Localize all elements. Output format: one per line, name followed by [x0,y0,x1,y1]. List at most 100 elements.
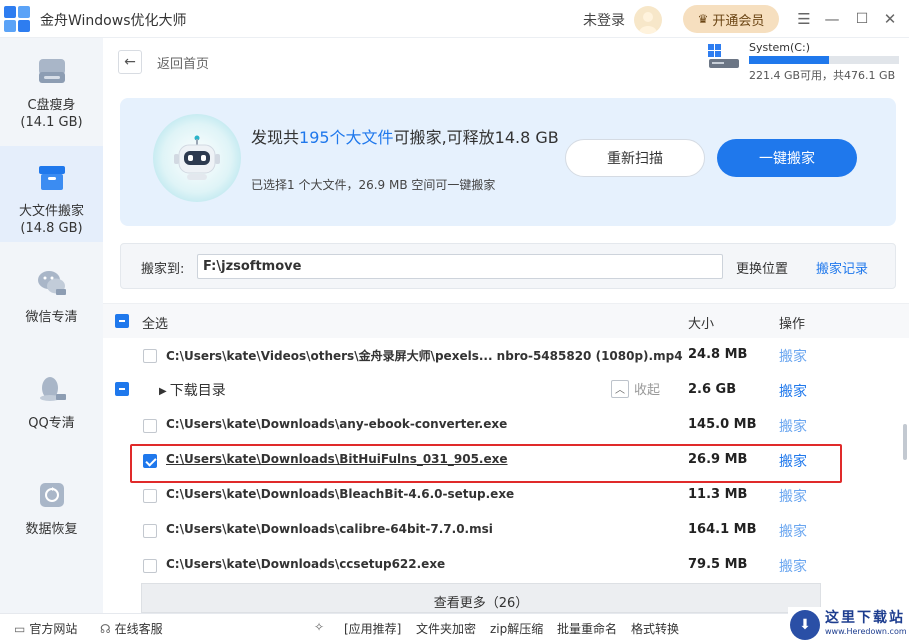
change-location-link[interactable]: 更换位置 [736,258,788,277]
file-path: C:\Users\kate\Videos\others\金舟录屏大师\pexel… [166,349,683,363]
sidebar-item-label: QQ专清 [28,416,75,431]
file-row: C:\Users\kate\Downloads\calibre-64bit-7.… [103,513,893,548]
file-checkbox[interactable] [143,454,157,468]
official-website-link[interactable]: ▭ 官方网站 [14,620,77,637]
sidebar-item-label: 微信专清 [25,310,78,325]
file-checkbox[interactable] [143,559,157,573]
file-size: 164.1 MB [688,522,757,537]
select-all-checkbox[interactable] [115,314,129,328]
minimize-icon[interactable]: — [821,8,843,30]
title-bar: 金舟Windows优化大师 未登录 ♛ 开通会员 ☰ — ☐ ✕ [0,0,909,38]
folder-encrypt-link[interactable]: 文件夹加密 [416,620,476,637]
file-row: C:\Users\kate\Downloads\ccsetup622.exe 7… [103,548,893,583]
vip-button[interactable]: ♛ 开通会员 [683,5,779,33]
destination-bar: 搬家到: 更换位置 搬家记录 [120,243,896,289]
batch-rename-link[interactable]: 批量重命名 [557,620,617,637]
sidebar-item-large-file-move[interactable]: 大文件搬家 (14.8 GB) [0,146,103,242]
recovery-icon [35,478,69,512]
maximize-icon[interactable]: ☐ [851,8,873,30]
crown-icon: ♛ [697,12,709,26]
move-file-link[interactable]: 搬家 [779,521,807,541]
arrow-left-icon: ← [124,54,136,70]
app-recommend-link[interactable]: [应用推荐] [344,620,401,637]
chevron-up-icon: ︿ [611,379,629,398]
action-column-header: 操作 [779,317,806,332]
watermark-logo-icon: ⬇ [790,609,820,640]
group-size: 2.6 GB [688,382,737,397]
scan-result-banner: 发现共195个大文件可搬家,可释放14.8 GB 已选择1 个大文件，26.9 … [120,98,896,226]
select-all-label[interactable]: 全选 [142,313,168,332]
official-website-label: 官方网站 [29,622,78,636]
file-checkbox[interactable] [143,419,157,433]
destination-label: 搬家到: [141,262,185,277]
footer-bar: ▭ 官方网站 ☊ 在线客服 ✧ [应用推荐] 文件夹加密 zip解压缩 批量重命… [0,613,909,642]
move-file-link[interactable]: 搬家 [779,556,807,576]
scan-result-title: 发现共195个大文件可搬家,可释放14.8 GB [251,126,561,150]
destination-path-input[interactable] [197,254,723,279]
sidebar-item-qq-clean[interactable]: QQ专清 [0,358,103,454]
see-more-button[interactable]: 查看更多（26） [141,583,821,613]
file-size: 79.5 MB [688,557,748,572]
sidebar: C盘瘦身 (14.1 GB) 大文件搬家 (14.8 GB) 微信专清 QQ专清… [0,38,103,613]
sidebar-item-c-drive-slim[interactable]: C盘瘦身 (14.1 GB) [0,40,103,136]
scrollbar-thumb[interactable] [903,424,907,460]
close-icon[interactable]: ✕ [879,8,901,30]
watermark-url: www.Heredown.com [825,626,907,636]
online-service-link[interactable]: ☊ 在线客服 [100,620,163,637]
recommend-icon-wrap: ✧ [314,620,328,634]
file-checkbox[interactable] [143,524,157,538]
file-path: C:\Users\kate\Downloads\BleachBit-4.6.0-… [166,487,515,501]
move-file-link[interactable]: 搬家 [779,416,807,436]
scan-result-subtext: 已选择1 个大文件，26.9 MB 空间可一键搬家 [251,178,496,192]
watermark-text: 这里下载站 www.Heredown.com [825,611,907,638]
robot-icon [153,114,241,202]
box-icon [35,160,69,194]
move-history-link[interactable]: 搬家记录 [816,258,868,277]
file-list-header: 全选 大小 操作 [103,303,909,338]
collapse-label: 收起 [634,383,661,398]
avatar[interactable] [634,6,662,34]
size-column-header: 大小 [688,317,715,332]
sidebar-item-wechat-clean[interactable]: 微信专清 [0,252,103,348]
drive-icon [35,54,69,88]
back-button[interactable]: ← [118,50,142,74]
zip-unzip-link[interactable]: zip解压缩 [490,620,543,637]
sidebar-item-sub: (14.8 GB) [20,221,83,236]
sidebar-item-data-recovery[interactable]: 数据恢复 [0,464,103,560]
scan-result-prefix: 发现共 [251,128,300,147]
scan-result-suffix: 可搬家,可释放14.8 GB [393,128,559,147]
wechat-icon [35,266,69,300]
file-size: 24.8 MB [688,347,748,362]
group-title[interactable]: ▶ 下载目录 [159,380,226,400]
file-size: 26.9 MB [688,452,748,467]
file-checkbox[interactable] [143,349,157,363]
move-file-link[interactable]: 搬家 [779,486,807,506]
back-home-link[interactable]: 返回首页 [157,53,209,72]
watermark: ⬇ 这里下载站 www.Heredown.com [788,607,909,642]
move-file-link[interactable]: 搬家 [779,346,807,366]
move-file-link[interactable]: 搬家 [779,451,807,471]
collapse-toggle[interactable]: ︿ 收起 [611,379,660,398]
file-row: C:\Users\kate\Downloads\BleachBit-4.6.0-… [103,478,893,513]
file-checkbox[interactable] [143,489,157,503]
login-status[interactable]: 未登录 [583,10,625,30]
file-path: C:\Users\kate\Downloads\ccsetup622.exe [166,557,446,571]
group-checkbox[interactable] [115,382,129,396]
monitor-icon: ▭ [14,621,26,636]
one-click-move-button[interactable]: 一键搬家 [717,139,857,177]
sidebar-item-label: 数据恢复 [25,522,78,537]
expand-triangle-icon: ▶ [159,386,167,397]
move-group-link[interactable]: 搬家 [779,381,807,401]
app-logo-icon [4,6,30,32]
format-convert-link[interactable]: 格式转换 [631,620,679,637]
file-path: C:\Users\kate\Downloads\BitHuiFulns_031_… [166,452,508,466]
disk-usage-bar [749,56,899,64]
sidebar-item-sub: (14.1 GB) [20,115,83,130]
menu-icon[interactable]: ☰ [793,8,815,30]
file-row: C:\Users\kate\Downloads\any-ebook-conver… [103,408,893,443]
rescan-button[interactable]: 重新扫描 [565,139,705,177]
disk-usage-fill [749,56,830,64]
group-title-label: 下载目录 [169,383,226,399]
disk-name: System(C:) [749,41,810,54]
online-service-label: 在线客服 [114,622,163,636]
